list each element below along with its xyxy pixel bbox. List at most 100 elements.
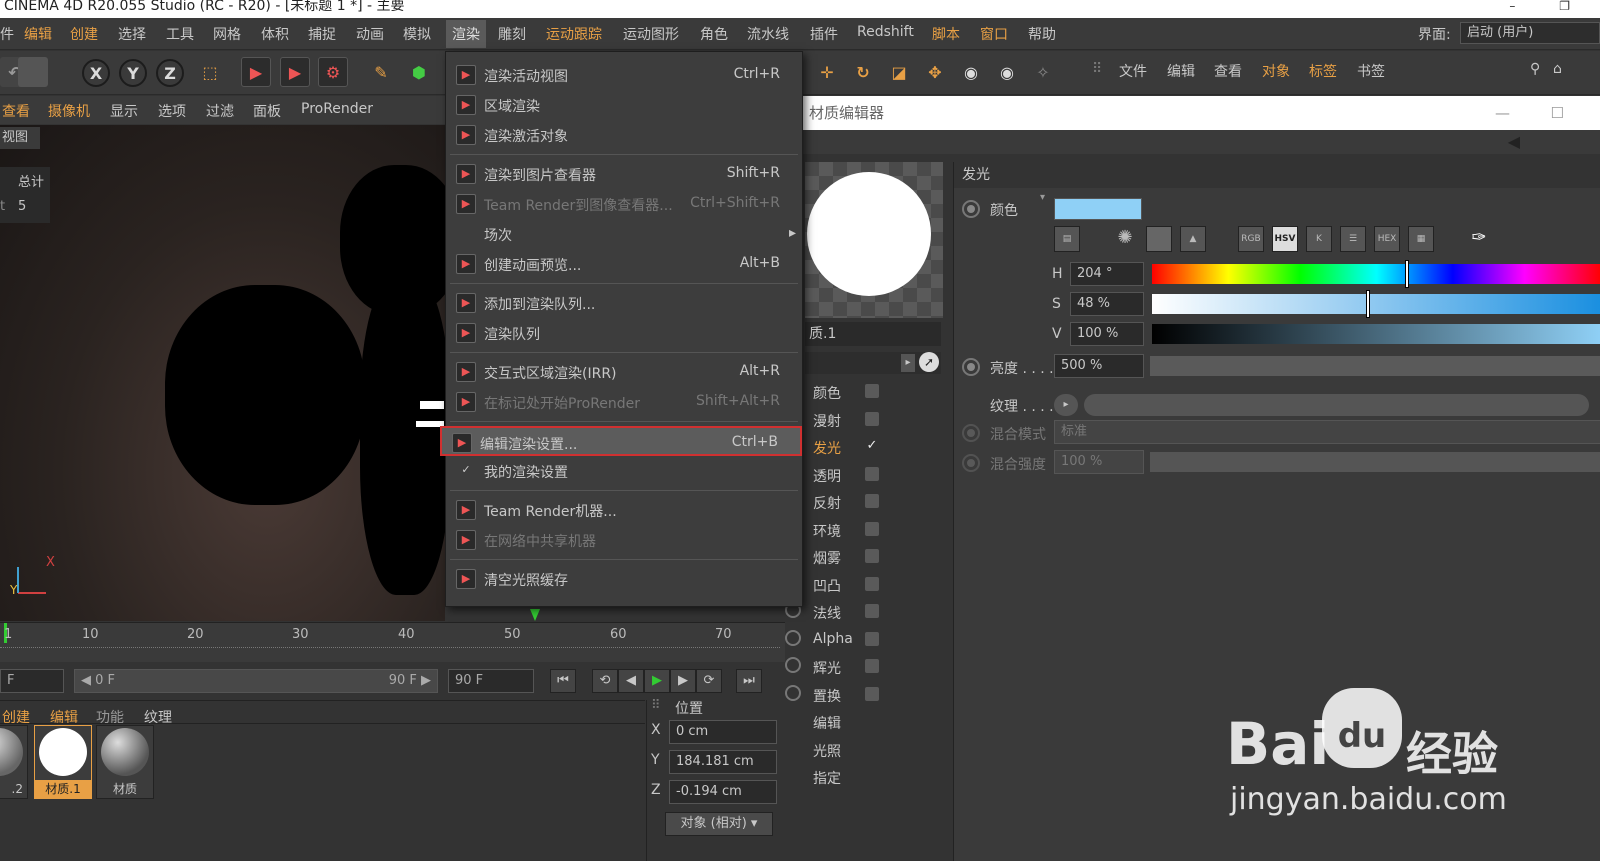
- vp-menu-filter[interactable]: 过滤: [206, 101, 234, 121]
- play-icon[interactable]: ▶: [644, 669, 670, 693]
- select-icon[interactable]: ◉: [956, 57, 986, 87]
- coord-x-field[interactable]: 0 cm: [669, 720, 777, 744]
- channel-checkbox[interactable]: [865, 411, 879, 426]
- menu-animate[interactable]: 动画: [356, 24, 384, 44]
- mat-menu-function[interactable]: 功能: [96, 707, 124, 727]
- scale-icon[interactable]: ◪: [884, 57, 914, 87]
- menu-mesh[interactable]: 网格: [213, 24, 241, 44]
- vp-menu-view[interactable]: 查看: [2, 101, 30, 121]
- render-menu-item[interactable]: ▶ Team Render机器...: [446, 495, 802, 525]
- menu-edit[interactable]: 编辑: [24, 24, 52, 44]
- channel-row[interactable]: 编辑: [813, 709, 933, 736]
- saturation-marker[interactable]: [1365, 290, 1370, 318]
- render-view-icon[interactable]: ▶: [241, 57, 271, 87]
- hsv-mode-button[interactable]: HSV: [1272, 226, 1298, 252]
- channel-row[interactable]: 辉光: [785, 654, 933, 681]
- channel-row[interactable]: 指定: [813, 764, 933, 791]
- expand-arrow-icon[interactable]: ▸: [901, 354, 915, 372]
- color-mix-icon[interactable]: [1146, 226, 1172, 252]
- render-menu-item[interactable]: ▶ 清空光照缓存: [446, 564, 802, 594]
- vp-menu-prorender[interactable]: ProRender: [301, 101, 373, 117]
- prev-frame-icon[interactable]: ◀: [618, 669, 644, 693]
- mat-menu-edit[interactable]: 编辑: [50, 707, 78, 727]
- channel-row[interactable]: 烟雾: [813, 544, 933, 571]
- hex-mode-button[interactable]: HEX: [1374, 226, 1400, 252]
- channel-row[interactable]: 光照: [813, 737, 933, 764]
- menu-snap[interactable]: 捕捉: [308, 24, 336, 44]
- eyedropper-icon[interactable]: ✑: [1466, 226, 1492, 252]
- brightness-slider[interactable]: [1150, 356, 1600, 376]
- channel-row[interactable]: 漫射: [813, 407, 933, 434]
- render-menu-item[interactable]: ▶ 区域渲染: [446, 90, 802, 120]
- material-swatch-selected[interactable]: 材质.1: [34, 725, 92, 799]
- channel-checkbox[interactable]: [865, 521, 879, 536]
- render-menu-item[interactable]: ▶ 创建动画预览... Alt+B: [446, 249, 802, 279]
- channel-checkbox[interactable]: [865, 384, 879, 398]
- rgb-mode-button[interactable]: RGB: [1238, 226, 1264, 252]
- mixer-icon[interactable]: ☰: [1340, 226, 1366, 252]
- vp-menu-options[interactable]: 选项: [158, 101, 186, 121]
- menu-pipeline[interactable]: 流水线: [747, 24, 789, 44]
- z-axis-lock-button[interactable]: Z: [156, 59, 184, 87]
- restore-button[interactable]: ❐: [1559, 0, 1570, 13]
- brightness-field[interactable]: 500 %: [1054, 354, 1144, 378]
- material-preview[interactable]: [805, 162, 943, 318]
- hue-field[interactable]: 204 °: [1070, 262, 1144, 286]
- render-picture-viewer-icon[interactable]: ▶: [280, 57, 310, 87]
- coordinate-system-icon[interactable]: ⬚: [195, 57, 225, 87]
- minimize-button[interactable]: –: [1509, 0, 1515, 13]
- pen-icon[interactable]: ✎: [366, 57, 396, 87]
- render-menu-item[interactable]: ▶ 交互式区域渲染(IRR) Alt+R: [446, 357, 802, 387]
- menu-volume[interactable]: 体积: [261, 24, 289, 44]
- channel-radio[interactable]: [785, 629, 801, 646]
- saturation-slider[interactable]: [1152, 290, 1600, 318]
- channel-row[interactable]: 环境: [813, 517, 933, 544]
- material-swatch[interactable]: 材质: [96, 725, 154, 799]
- channel-row[interactable]: 凹凸: [813, 572, 933, 599]
- menu-window[interactable]: 窗口: [980, 24, 1008, 44]
- material-name-field[interactable]: 质.1: [805, 322, 941, 346]
- frame-range-slider[interactable]: ◀ 0 F 90 F ▶: [74, 669, 438, 693]
- om-menu-bookmarks[interactable]: 书签: [1357, 61, 1385, 81]
- menu-file[interactable]: 件: [0, 24, 14, 44]
- mat-menu-texture[interactable]: 纹理: [144, 707, 172, 727]
- mat-menu-create[interactable]: 创建: [2, 707, 30, 727]
- live-select-icon[interactable]: ◉: [992, 57, 1022, 87]
- channel-checkbox[interactable]: [865, 686, 879, 701]
- menu-motion-tracking[interactable]: 运动跟踪: [546, 24, 602, 44]
- menu-script[interactable]: 脚本: [932, 24, 960, 44]
- channel-row[interactable]: Alpha: [785, 627, 933, 654]
- go-to-end-icon[interactable]: ⏭: [736, 669, 762, 693]
- next-key-icon[interactable]: ⟳: [696, 669, 722, 693]
- material-swatch[interactable]: .2: [0, 725, 28, 799]
- menu-character[interactable]: 角色: [700, 24, 728, 44]
- render-menu-item[interactable]: ✓ 我的渲染设置: [446, 456, 802, 486]
- menu-create[interactable]: 创建: [70, 24, 98, 44]
- next-frame-icon[interactable]: ▶: [670, 669, 696, 693]
- color-dropdown-icon[interactable]: ▾: [1040, 192, 1045, 203]
- home-icon[interactable]: ⌂: [1553, 61, 1562, 77]
- vp-menu-camera[interactable]: 摄像机: [48, 101, 90, 121]
- coord-z-field[interactable]: -0.194 cm: [669, 780, 777, 804]
- render-menu-item[interactable]: ▶ 渲染队列: [446, 318, 802, 348]
- redo-icon[interactable]: [18, 57, 48, 87]
- render-menu-item[interactable]: ▶ 渲染到图片查看器 Shift+R: [446, 159, 802, 189]
- vp-menu-panel[interactable]: 面板: [253, 101, 281, 121]
- x-axis-lock-button[interactable]: X: [82, 59, 110, 87]
- menu-simulate[interactable]: 模拟: [403, 24, 431, 44]
- playhead-icon[interactable]: [530, 609, 540, 621]
- render-menu-item[interactable]: ▶ 渲染激活对象: [446, 120, 802, 150]
- channel-radio[interactable]: [785, 684, 801, 701]
- channel-checkbox[interactable]: [865, 576, 879, 591]
- minimize-icon[interactable]: —: [1495, 96, 1510, 130]
- maximize-icon[interactable]: ☐: [1551, 96, 1564, 130]
- transform-icon[interactable]: ✥: [920, 57, 950, 87]
- timeline-ruler[interactable]: 1 10 20 30 40 50 60 70: [0, 609, 785, 662]
- channel-row[interactable]: 置换: [785, 682, 933, 709]
- channel-checkbox[interactable]: [865, 549, 879, 563]
- color-radio[interactable]: [962, 200, 980, 218]
- menu-mograph[interactable]: 运动图形: [623, 24, 679, 44]
- viewport[interactable]: 视图 总计 t 5 X Y: [0, 125, 445, 621]
- menu-sculpt[interactable]: 雕刻: [498, 24, 526, 44]
- hue-slider[interactable]: [1152, 260, 1600, 288]
